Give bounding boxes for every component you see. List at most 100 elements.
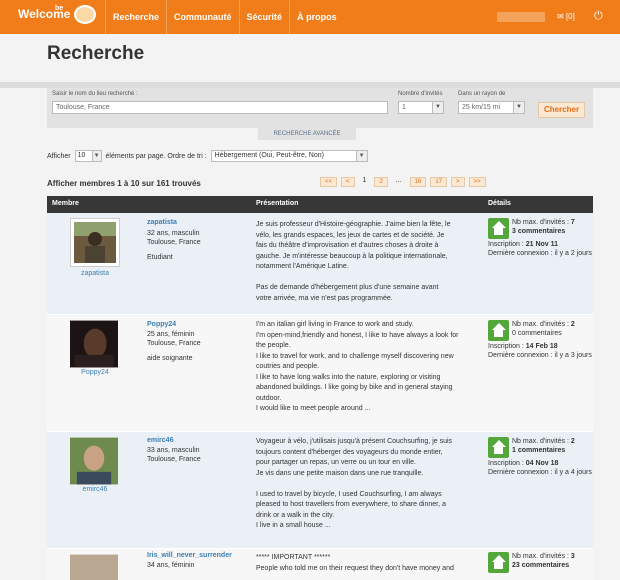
table-row: Iris_will_never_surrender 34 ans, fémini… (47, 549, 593, 580)
show-label: Afficher (47, 152, 71, 160)
member-age-gender: 34 ans, féminin (147, 562, 195, 569)
avatar-username[interactable]: zapatista (70, 270, 120, 277)
member-info: 34 ans, féminin (147, 561, 194, 570)
comments-count[interactable]: 3 commentaires (512, 228, 565, 235)
host-house-icon (488, 218, 509, 239)
guests-value: 1 (402, 104, 406, 111)
user-menu-placeholder[interactable] (497, 12, 545, 22)
member-age-gender: 33 ans, masculin (147, 447, 200, 454)
site-logo[interactable]: Welcome be (18, 5, 96, 27)
logo-face-icon (74, 5, 96, 24)
member-presentation: Voyageur à vélo, j'utilisais jusqu'à pré… (256, 437, 481, 532)
pager-ellipsis: ... (395, 177, 402, 184)
signup-label: Inscription : (488, 460, 524, 467)
presentation-line: I'm an italian girl living in France to … (256, 321, 414, 328)
presentation-line: notamment l'Amérique Latine. (256, 263, 349, 270)
top-navigation-bar: Welcome be Recherche Communauté Sécurité… (0, 0, 620, 34)
details-hosting: Nb max. d'invités : 3 23 commentaires (512, 552, 592, 570)
max-guests-value: 2 (570, 321, 575, 328)
member-location: Toulouse, France (147, 456, 201, 463)
avatar[interactable] (70, 218, 120, 267)
comments-count[interactable]: 0 commentaires (512, 329, 592, 338)
sort-select[interactable]: Hébergement (Oui, Peut-être, Non) ▼ (210, 150, 368, 162)
per-page-select[interactable]: 10 ▼ (74, 150, 102, 162)
member-presentation: I'm an italian girl living in France to … (256, 320, 481, 415)
pager-next[interactable]: > (451, 177, 465, 187)
member-username[interactable]: zapatista (147, 219, 177, 226)
radius-value: 25 km/15 mi (462, 104, 501, 111)
comments-count[interactable]: 1 commentaires (512, 447, 565, 454)
comments-count[interactable]: 23 commentaires (512, 562, 569, 569)
presentation-line: outdoor. (256, 394, 282, 402)
chevron-down-icon: ▼ (513, 102, 524, 113)
main-nav: Recherche Communauté Sécurité À propos (105, 0, 344, 34)
max-guests-value: 7 (570, 219, 575, 226)
presentation-line (256, 479, 481, 490)
presentation-line: I like to have long walks into the natur… (256, 373, 441, 381)
member-username[interactable]: Iris_will_never_surrender (147, 552, 232, 559)
pager-last[interactable]: >> (468, 177, 486, 187)
messages-link[interactable]: ✉ [0] (557, 12, 575, 21)
member-username[interactable]: Poppy24 (147, 321, 176, 328)
radius-label: Dans un rayon de (458, 91, 506, 97)
search-button[interactable]: Chercher (538, 102, 585, 118)
sort-value: Hébergement (Oui, Peut-être, Non) (214, 152, 324, 159)
nav-item-a-propos[interactable]: À propos (289, 0, 344, 34)
per-page-label: éléments par page. Ordre de tri : (105, 152, 207, 160)
chevron-down-icon: ▼ (91, 151, 101, 161)
nav-item-communaute[interactable]: Communauté (166, 0, 239, 34)
place-input[interactable]: Toulouse, France (52, 101, 388, 114)
details-dates: Inscription : 21 Nov 11 Dernière connexi… (488, 240, 592, 258)
member-presentation: Je suis professeur d'Histoire-géographie… (256, 220, 481, 304)
pager-page[interactable]: 2 (374, 177, 388, 187)
max-guests-label: Nb max. d'invités : (512, 219, 569, 226)
advanced-search-link[interactable]: RECHERCHE AVANCÉE (258, 128, 356, 140)
page-body: Recherche Saisir le nom du lieu recherch… (0, 34, 620, 580)
page-title: Recherche (47, 43, 145, 64)
header-member: Membre (52, 200, 79, 207)
presentation-line: Je vis dans une petite maison dans une r… (256, 469, 424, 477)
signup-date: 21 Nov 11 (525, 241, 559, 248)
member-age-gender: 25 ans, féminin (147, 331, 195, 338)
avatar-username[interactable]: emirc46 (70, 486, 120, 493)
results-count: Afficher membres 1 à 10 sur 161 trouvés (47, 179, 201, 188)
pager-prev[interactable]: < (341, 177, 355, 187)
pagination: << < 1 2 ... 16 17 > >> (320, 177, 486, 187)
member-location: Toulouse, France (147, 239, 201, 246)
nav-item-recherche[interactable]: Recherche (105, 0, 166, 34)
radius-select[interactable]: 25 km/15 mi ▼ (458, 101, 525, 114)
presentation-line: drink or a walk in the city. (256, 511, 335, 519)
presentation-line: gauche. Je m'intéresse beaucoup à la pol… (256, 252, 448, 260)
presentation-line: pleased to host travellers from everywhe… (256, 501, 446, 508)
presentation-line: vélo, les grands espaces, les jeux de ca… (256, 231, 445, 239)
chevron-down-icon: ▼ (355, 151, 367, 161)
guests-label: Nombre d'invités (398, 91, 443, 97)
host-house-icon (488, 552, 509, 573)
messages-count: [0] (565, 12, 575, 21)
avatar-username[interactable]: Poppy24 (70, 369, 120, 376)
details-hosting: Nb max. d'invités : 2 1 commentaires (512, 437, 592, 455)
table-row: zapatista zapatista 32 ans, masculin Tou… (47, 213, 593, 315)
table-header: Membre Présentation Détails (47, 196, 593, 213)
pager-first[interactable]: << (320, 177, 338, 187)
pager-page[interactable]: 17 (430, 177, 447, 187)
pager-page[interactable]: 16 (409, 177, 427, 187)
avatar[interactable] (70, 320, 120, 369)
logout-power-icon[interactable]: ⏻ (594, 10, 603, 23)
last-login: Dernière connexion : il y a 4 jours (488, 469, 592, 476)
presentation-line: I would like to meet people around ... (256, 405, 371, 412)
chevron-down-icon: ▼ (432, 102, 443, 113)
max-guests-label: Nb max. d'invités : (512, 321, 569, 328)
presentation-line: the people. (256, 342, 291, 349)
avatar[interactable] (70, 554, 120, 580)
member-username[interactable]: emirc46 (147, 437, 173, 444)
logo-superscript: be (55, 5, 64, 12)
avatar[interactable] (70, 437, 120, 486)
guests-select[interactable]: 1 ▼ (398, 101, 444, 114)
host-house-icon (488, 437, 509, 458)
place-label: Saisir le nom du lieu recherché : (52, 91, 138, 97)
nav-item-securite[interactable]: Sécurité (238, 0, 290, 34)
search-form: Saisir le nom du lieu recherché : Toulou… (47, 88, 593, 128)
presentation-line: I like to travel for work, and to challe… (256, 352, 454, 360)
envelope-icon: ✉ (557, 12, 564, 21)
